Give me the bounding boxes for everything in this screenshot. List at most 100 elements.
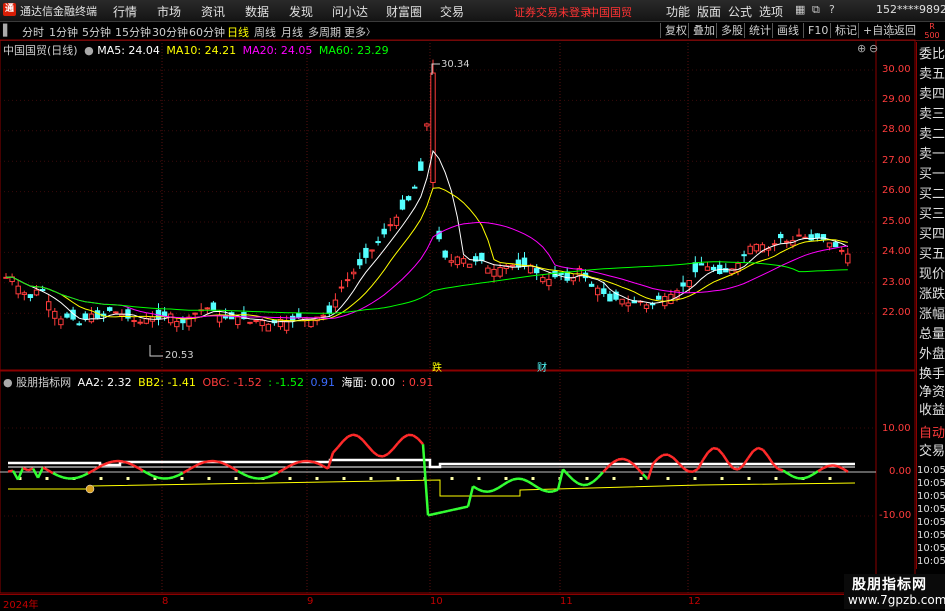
oscillator-segment — [393, 443, 398, 449]
oscillator-segment — [438, 512, 443, 513]
sidebar-item[interactable]: 换手 — [919, 365, 945, 385]
sidebar-item[interactable]: 卖五 — [919, 65, 945, 85]
candle-body — [657, 296, 661, 299]
sidebar-item[interactable]: 买四 — [919, 225, 945, 245]
sidebar-item[interactable]: 买三 — [919, 205, 945, 225]
oscillator-segment — [428, 514, 433, 515]
oscillator-segment — [403, 435, 408, 438]
v7-label: : 0.91 — [402, 376, 434, 389]
candle-body — [266, 324, 270, 331]
pin-icon[interactable]: ⊕ — [857, 42, 866, 55]
oscillator-segment — [373, 452, 378, 456]
ma20-label: MA20: 24.05 — [243, 44, 313, 57]
oscillator-segment — [128, 463, 133, 465]
sidebar-item[interactable]: 净资 — [919, 383, 945, 403]
candle-body — [449, 261, 453, 263]
oscillator-segment — [658, 455, 663, 458]
sidebar-item[interactable]: 外盘 — [919, 345, 945, 365]
kline-chart[interactable] — [0, 0, 945, 609]
oscillator-segment — [93, 468, 98, 471]
candle-body — [138, 322, 142, 323]
settings-icon[interactable]: ● — [84, 44, 94, 57]
sidebar-item[interactable]: 卖二 — [919, 125, 945, 145]
candle-body — [345, 280, 349, 281]
candle-body — [388, 225, 392, 226]
oscillator-segment — [573, 480, 578, 484]
oscillator-segment — [268, 475, 273, 477]
sidebar-item[interactable]: 委比 — [919, 45, 945, 65]
candle-body — [492, 269, 496, 276]
oscillator-segment — [178, 473, 183, 476]
minus-icon[interactable]: ⊖ — [869, 42, 878, 55]
oscillator-segment — [533, 484, 538, 487]
candle-body — [53, 311, 57, 318]
sidebar-trade-button[interactable]: 交易 — [919, 442, 945, 462]
price-axis-label: 28.00 — [882, 124, 911, 135]
signal-marker — [505, 477, 508, 480]
candle-body — [382, 229, 386, 234]
sidebar-item[interactable]: 卖三 — [919, 105, 945, 125]
oscillator-segment — [818, 468, 823, 471]
oscillator-segment — [348, 435, 353, 437]
bb2-label: BB2: -1.41 — [138, 376, 196, 389]
candle-body — [827, 243, 831, 247]
indicator-legend: ● 股朋指标网 AA2: 2.32 BB2: -1.41 OBC: -1.52 … — [3, 374, 433, 390]
oscillator-segment — [158, 478, 163, 479]
oscillator-segment — [788, 474, 793, 477]
v5-label: 0.91 — [310, 376, 335, 389]
sidebar-item[interactable]: 卖四 — [919, 85, 945, 105]
oscillator-segment — [543, 490, 548, 491]
candle-body — [77, 324, 81, 325]
oscillator-segment — [518, 479, 523, 480]
indicator-settings-icon[interactable]: ● — [3, 376, 13, 389]
time-label: 10:05 — [917, 543, 945, 554]
sidebar-item[interactable]: 涨幅 — [919, 305, 945, 325]
candle-body — [486, 268, 490, 273]
oscillator-segment — [508, 480, 513, 482]
oscillator-segment — [273, 473, 278, 476]
oscillator-segment — [53, 473, 58, 475]
oscillator-segment — [48, 470, 53, 473]
sidebar-item[interactable]: 总量 — [919, 325, 945, 345]
candle-body — [370, 250, 374, 251]
oscillator-segment — [123, 462, 128, 463]
oscillator-segment — [703, 452, 708, 459]
price-axis-label: 22.00 — [882, 307, 911, 318]
event-mark-drop[interactable]: 跌 — [432, 359, 442, 374]
oscillator-segment — [308, 461, 313, 462]
oscillator-segment — [498, 485, 503, 488]
time-label: 10:05 — [917, 478, 945, 489]
oscillator-segment — [793, 477, 798, 479]
event-mark-finance[interactable]: 财 — [537, 359, 547, 374]
signal-marker — [46, 477, 49, 480]
candle-body — [333, 300, 337, 307]
candle-body — [193, 313, 197, 314]
oscillator-segment — [318, 464, 323, 466]
watermark: 股朋指标网 www.7gpzb.com — [844, 574, 945, 609]
sidebar-item[interactable]: 现价 — [919, 265, 945, 285]
date-axis-label: 9 — [307, 596, 313, 607]
oscillator-segment — [338, 441, 343, 447]
candle-body — [596, 288, 600, 295]
oscillator-segment — [63, 477, 68, 478]
oscillator-segment — [228, 466, 233, 469]
sidebar-auto-toggle[interactable]: 自动 — [919, 424, 945, 444]
signal-marker — [478, 477, 481, 480]
oscillator-segment — [623, 459, 628, 461]
signal-marker — [208, 477, 211, 480]
oscillator-segment — [768, 456, 773, 464]
oscillator-segment — [253, 478, 258, 479]
oscillator-segment — [183, 470, 188, 473]
signal-marker — [235, 477, 238, 480]
sidebar-item[interactable]: 买二 — [919, 185, 945, 205]
candle-body — [687, 280, 691, 286]
sidebar-item[interactable]: 卖一 — [919, 145, 945, 165]
oscillator-segment — [603, 467, 608, 472]
bb2-line — [8, 480, 855, 496]
oscillator-segment — [298, 461, 303, 462]
sidebar-item[interactable]: 买一 — [919, 165, 945, 185]
sidebar-item[interactable]: 收益 — [919, 401, 945, 421]
signal-marker — [100, 477, 103, 480]
sidebar-item[interactable]: 涨跌 — [919, 285, 945, 305]
sidebar-item[interactable]: 买五 — [919, 245, 945, 265]
